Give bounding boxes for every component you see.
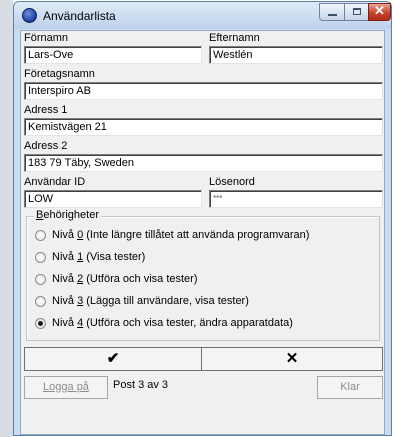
background-left (0, 0, 13, 437)
user-list-window: Användarlista ✕ Förnamn Efternamn Lars-O… (13, 1, 392, 436)
user-id-field[interactable]: LOW (24, 190, 202, 208)
checkmark-icon: ✔ (106, 350, 120, 367)
last-name-label: Efternamn (209, 32, 260, 44)
background-right (393, 0, 402, 437)
radio-button-2[interactable] (35, 274, 46, 285)
user-id-label: Användar ID (24, 176, 86, 188)
password-field[interactable]: *** (209, 190, 383, 208)
cancel-button[interactable]: ✕ (201, 347, 383, 371)
first-name-label: Förnamn (24, 32, 69, 44)
radio-button-3[interactable] (35, 296, 46, 307)
dialog-body: Förnamn Efternamn Lars-Ove Westlén Föret… (20, 30, 385, 435)
window-title: Användarlista (43, 9, 116, 23)
address1-field[interactable]: Kemistvägen 21 (24, 118, 383, 136)
record-counter: Post 3 av 3 (113, 379, 169, 391)
company-field[interactable]: Interspiro AB (24, 82, 383, 100)
title-bar[interactable]: Användarlista ✕ (14, 2, 391, 29)
permissions-group: Behörigheter Nivå 0 (Inte längre tillåte… (26, 209, 380, 341)
permission-option-label: Nivå 2 (Utföra och visa tester) (52, 273, 198, 285)
permissions-legend-rest: ehörigheter (43, 209, 99, 221)
company-label: Företagsnamn (24, 68, 95, 80)
close-button-label: Klar (340, 381, 360, 393)
permissions-legend: Behörigheter (34, 209, 101, 221)
permission-option-label: Nivå 4 (Utföra och visa tester, ändra ap… (52, 317, 293, 329)
minimize-icon (328, 14, 337, 16)
login-button-label: Logga på (43, 381, 89, 393)
option-description: (Utföra och visa tester) (83, 273, 198, 285)
option-prefix: Nivå (52, 295, 78, 307)
close-icon: ✕ (374, 3, 385, 18)
radio-button-1[interactable] (35, 252, 46, 263)
minimize-button[interactable] (319, 3, 345, 21)
address2-label: Adress 2 (24, 140, 68, 152)
option-description: (Inte längre tillåtet att använda progra… (83, 229, 310, 241)
close-window-button[interactable]: ✕ (368, 3, 391, 21)
permission-option-label: Nivå 0 (Inte längre tillåtet att använda… (52, 229, 309, 241)
radio-button-0[interactable] (35, 230, 46, 241)
last-name-field[interactable]: Westlén (209, 46, 383, 64)
permission-option-label: Nivå 3 (Lägga till användare, visa teste… (52, 295, 249, 307)
maximize-icon (353, 8, 361, 15)
option-prefix: Nivå (52, 229, 78, 241)
first-name-field[interactable]: Lars-Ove (24, 46, 202, 64)
maximize-button[interactable] (344, 3, 369, 21)
option-description: (Visa tester) (83, 251, 146, 263)
option-prefix: Nivå (52, 273, 78, 285)
address1-label: Adress 1 (24, 104, 68, 116)
option-description: (Utföra och visa tester, ändra apparatda… (83, 317, 293, 329)
globe-icon (22, 8, 37, 23)
close-button[interactable]: Klar (317, 376, 383, 399)
password-label: Lösenord (209, 176, 255, 188)
radio-button-4[interactable] (35, 318, 46, 329)
option-prefix: Nivå (52, 317, 78, 329)
ok-button[interactable]: ✔ (24, 347, 202, 371)
login-button[interactable]: Logga på (24, 376, 108, 399)
address2-field[interactable]: 183 79 Täby, Sweden (24, 154, 383, 172)
option-description: (Lägga till användare, visa tester) (83, 295, 249, 307)
x-icon: ✕ (285, 350, 299, 367)
permission-option-label: Nivå 1 (Visa tester) (52, 251, 145, 263)
option-prefix: Nivå (52, 251, 78, 263)
